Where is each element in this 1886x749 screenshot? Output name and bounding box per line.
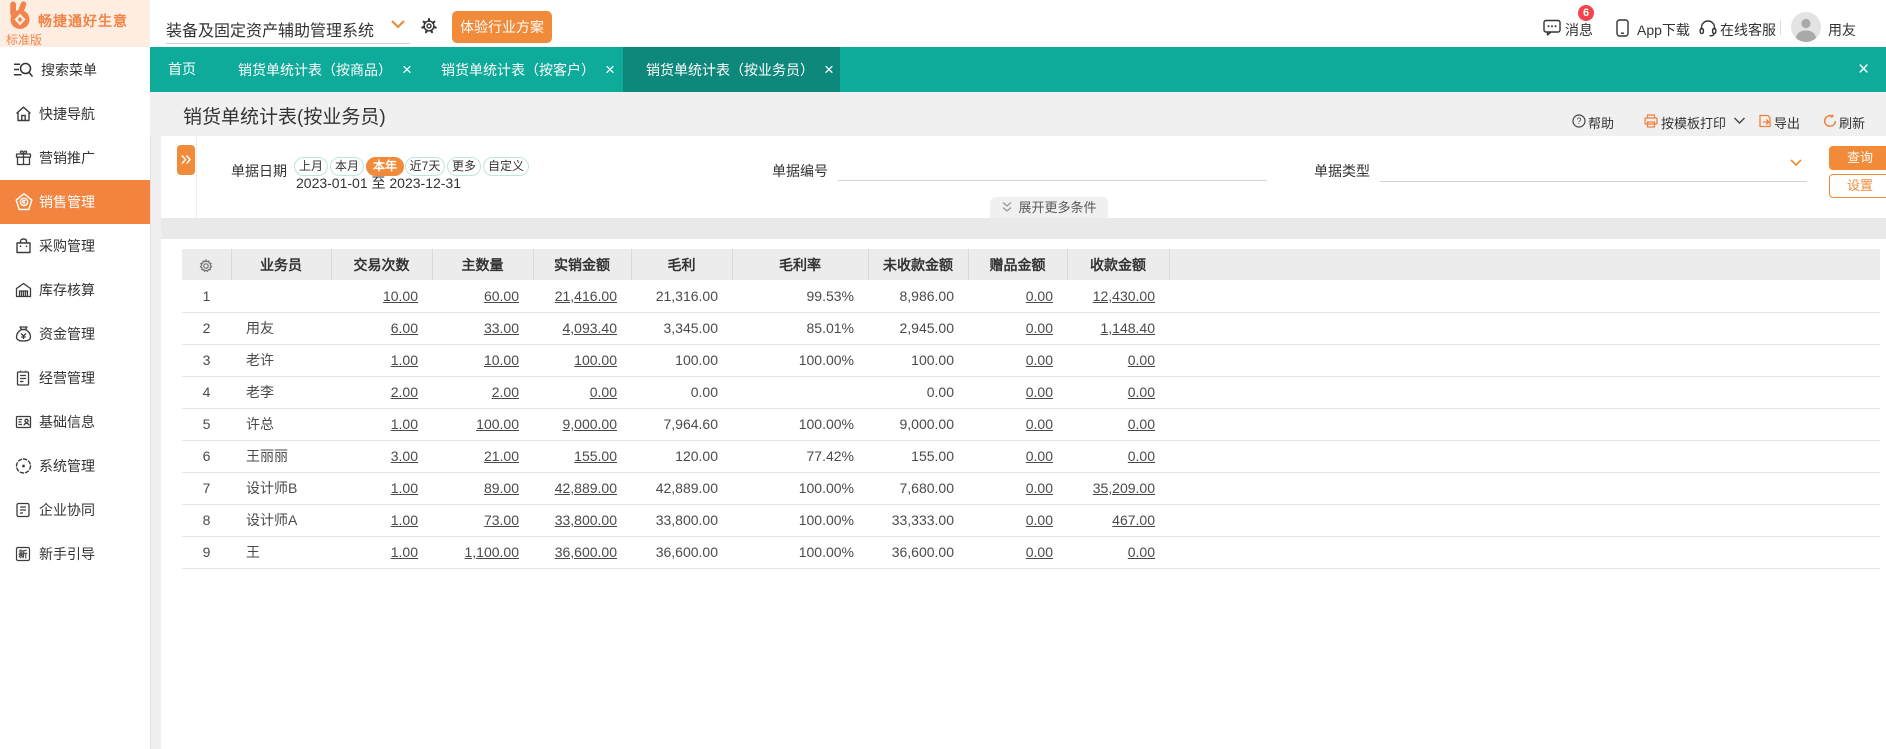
svg-text:?: ?	[1576, 116, 1581, 126]
svg-text:新: 新	[18, 549, 27, 560]
